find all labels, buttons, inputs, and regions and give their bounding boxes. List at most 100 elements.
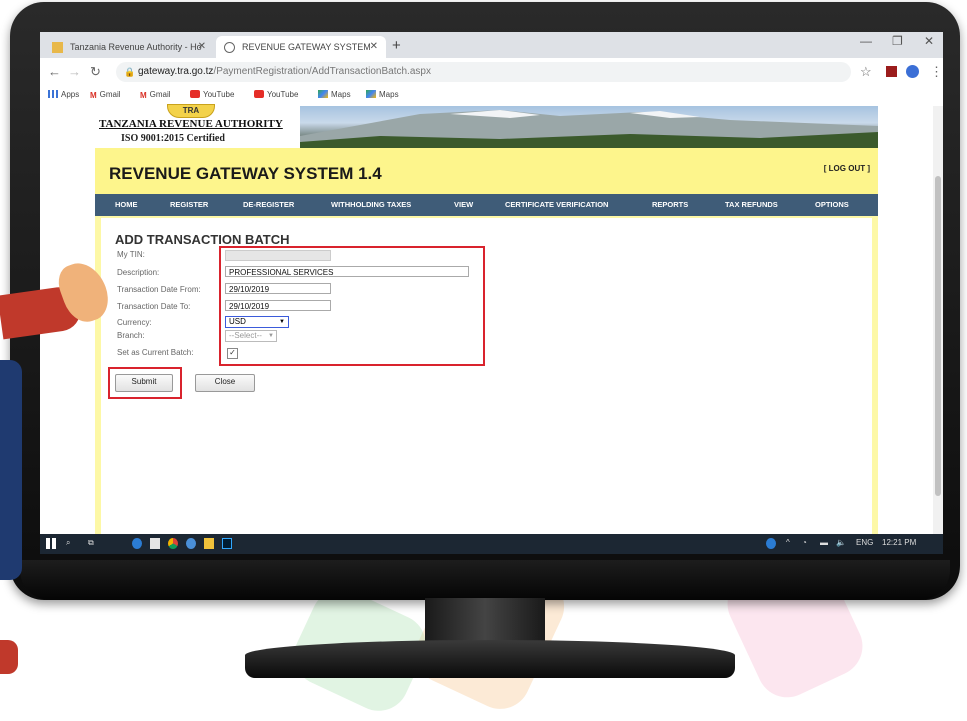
star-icon[interactable]: ☆ (860, 64, 872, 80)
more-menu-icon[interactable]: ⋮ (930, 64, 943, 80)
menu-options[interactable]: OPTIONS (815, 194, 849, 216)
monitor-stand-base (245, 640, 735, 678)
menu-reports[interactable]: REPORTS (652, 194, 688, 216)
label-description: Description: (117, 268, 160, 277)
bookmark-maps-2[interactable]: Maps (366, 90, 399, 99)
monitor-stand-neck (425, 598, 545, 646)
menu-certificate-verification[interactable]: CERTIFICATE VERIFICATION (505, 194, 608, 216)
menu-de-register[interactable]: DE-REGISTER (243, 194, 294, 216)
url-path: /PaymentRegistration/AddTransactionBatch… (213, 66, 431, 77)
tab-tra-home[interactable]: Tanzania Revenue Authority - Ho ✕ (44, 36, 214, 58)
windows-start-icon[interactable] (46, 538, 56, 549)
org-name: TANZANIA REVENUE AUTHORITY (99, 118, 283, 130)
bookmark-label: Maps (379, 90, 399, 99)
maps-icon (366, 90, 376, 98)
monitor-chin (20, 560, 950, 600)
label-date-from: Transaction Date From: (117, 285, 201, 294)
app-icon[interactable] (186, 538, 196, 549)
language-indicator[interactable]: ENG (856, 538, 873, 547)
screen: Tanzania Revenue Authority - Ho ✕ REVENU… (40, 32, 943, 554)
cartoon-foot (0, 640, 18, 674)
form-fields-highlight (219, 246, 485, 366)
tab-label: Tanzania Revenue Authority - Ho (70, 42, 202, 52)
bookmark-apps[interactable]: Apps (48, 90, 79, 99)
forward-arrow-icon[interactable]: → (68, 64, 81, 79)
menu-home[interactable]: HOME (115, 194, 138, 216)
bookmark-youtube-2[interactable]: YouTube (254, 90, 298, 99)
menu-view[interactable]: VIEW (454, 194, 473, 216)
photoshop-icon[interactable] (222, 538, 232, 549)
cartoon-body (0, 360, 22, 580)
help-icon[interactable] (766, 538, 776, 549)
system-title-bar: REVENUE GATEWAY SYSTEM 1.4 [ LOG OUT ] (95, 148, 878, 194)
bookmark-label: Gmail (149, 90, 171, 99)
chrome-icon[interactable] (168, 538, 178, 549)
youtube-icon (254, 90, 264, 98)
main-menu: HOME REGISTER DE-REGISTER WITHHOLDING TA… (95, 194, 878, 216)
close-icon[interactable]: ✕ (198, 36, 206, 58)
bookmark-gmail-1[interactable]: M Gmail (90, 90, 121, 100)
bookmark-maps-1[interactable]: Maps (318, 90, 351, 99)
gmail-icon: M (90, 91, 97, 100)
pdf-extension-icon[interactable] (886, 66, 897, 77)
battery-icon[interactable]: ▬ (820, 538, 828, 547)
web-page: TRA TANZANIA REVENUE AUTHORITY ISO 9001:… (95, 104, 878, 554)
label-current-batch: Set as Current Batch: (117, 348, 194, 357)
globe-icon (224, 42, 235, 53)
browser-tab-bar: Tanzania Revenue Authority - Ho ✕ REVENU… (40, 32, 943, 58)
reload-icon[interactable]: ↻ (90, 64, 101, 80)
label-currency: Currency: (117, 318, 152, 327)
chevron-up-icon[interactable]: ^ (786, 538, 790, 547)
file-explorer-icon[interactable] (204, 538, 214, 549)
volume-icon[interactable]: 🔈 (836, 538, 846, 547)
mountain-illustration (300, 110, 878, 148)
page-scrollbar[interactable] (933, 106, 943, 534)
mountain-banner-image (300, 106, 878, 148)
clock[interactable]: 12:21 PM (882, 538, 916, 547)
new-tab-icon[interactable]: + (392, 36, 401, 56)
maps-icon (318, 90, 328, 98)
iso-certification: ISO 9001:2015 Certified (121, 133, 225, 144)
tab-revenue-gateway[interactable]: REVENUE GATEWAY SYSTEM ✕ (216, 36, 386, 58)
label-branch: Branch: (117, 331, 145, 340)
tab-label: REVENUE GATEWAY SYSTEM (242, 42, 371, 52)
windows-taskbar: ⌕ ⧉ ^ ◔ ▬ 🔈 ENG 12:21 PM (40, 534, 943, 554)
submit-highlight (108, 367, 182, 399)
task-view-icon[interactable]: ⧉ (88, 538, 94, 548)
profile-avatar-icon[interactable] (906, 65, 919, 78)
back-arrow-icon[interactable]: ← (48, 64, 61, 79)
tra-logo: TRA (167, 104, 215, 118)
scrollbar-thumb[interactable] (935, 176, 941, 496)
wifi-icon[interactable]: ◔ (802, 538, 807, 547)
bookmark-gmail-2[interactable]: M Gmail (140, 90, 171, 100)
close-button[interactable]: Close (195, 374, 255, 392)
maximize-icon[interactable]: ❐ (892, 34, 903, 48)
gmail-icon: M (140, 91, 147, 100)
bookmarks-bar: Apps M Gmail M Gmail YouTube YouTube Maps … (40, 86, 943, 106)
label-tin: My TIN: (117, 250, 145, 259)
label-date-to: Transaction Date To: (117, 302, 191, 311)
form-panel: ADD TRANSACTION BATCH My TIN: Descriptio… (101, 218, 872, 554)
apps-grid-icon (48, 90, 58, 98)
system-title: REVENUE GATEWAY SYSTEM 1.4 (109, 164, 382, 183)
store-icon[interactable] (150, 538, 160, 549)
header-banner: TRA TANZANIA REVENUE AUTHORITY ISO 9001:… (95, 104, 878, 148)
logout-link[interactable]: [ LOG OUT ] (824, 164, 870, 173)
form-title: ADD TRANSACTION BATCH (115, 232, 290, 247)
menu-tax-refunds[interactable]: TAX REFUNDS (725, 194, 778, 216)
bookmark-label: Maps (331, 90, 351, 99)
search-icon[interactable]: ⌕ (66, 538, 70, 548)
close-icon[interactable]: ✕ (370, 36, 378, 58)
minimize-icon[interactable]: — (860, 34, 872, 48)
bookmark-label: YouTube (203, 90, 235, 99)
edge-icon[interactable] (132, 538, 142, 549)
bookmark-label: YouTube (267, 90, 299, 99)
menu-withholding-taxes[interactable]: WITHHOLDING TAXES (331, 194, 411, 216)
lock-icon: 🔒 (124, 67, 136, 77)
menu-register[interactable]: REGISTER (170, 194, 208, 216)
url-field[interactable]: 🔒 gateway.tra.go.tz/PaymentRegistration/… (116, 62, 851, 82)
youtube-icon (190, 90, 200, 98)
bookmark-youtube-1[interactable]: YouTube (190, 90, 234, 99)
address-bar-row: ← → ↻ 🔒 gateway.tra.go.tz/PaymentRegistr… (40, 58, 943, 87)
window-close-icon[interactable]: ✕ (924, 34, 934, 48)
